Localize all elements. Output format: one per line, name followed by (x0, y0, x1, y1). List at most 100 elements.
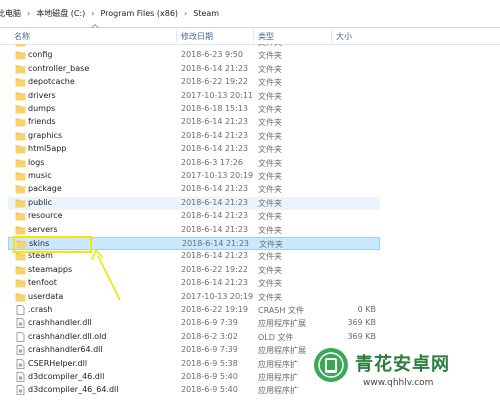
file-name: crashhandler.dll (28, 318, 92, 328)
file-type: 文件夹 (258, 51, 282, 61)
file-type: 文件夹 (258, 64, 282, 74)
watermark-title: 青花安卓网 (355, 354, 450, 375)
file-date: 2018-6-9 7:39 (181, 345, 238, 355)
file-date: 2018-6-14 21:23 (182, 239, 249, 248)
file-type: 文件夹 (258, 172, 282, 181)
address-bar[interactable]: 此电脑 › 本地磁盘 (C:) › Program Files (x86) › … (0, 0, 500, 28)
file-row[interactable]: html5app 2018-6-14 21:23 文件夹 (8, 143, 380, 156)
file-row[interactable]: steamapps 2018-6-22 19:22 文件夹 (8, 264, 380, 277)
dll-file-icon (16, 358, 25, 369)
file-row[interactable]: userdata 2017-10-13 20:19 文件夹 (8, 291, 380, 304)
file-name: depotcache (28, 77, 75, 87)
file-row[interactable]: package 2018-6-14 21:23 文件夹 (8, 183, 380, 196)
file-name: package (28, 184, 62, 194)
file-date: 2018-6-23 9:50 (181, 50, 243, 60)
breadcrumb-separator-icon[interactable]: › (22, 9, 35, 18)
breadcrumb-program-files[interactable]: Program Files (x86) (99, 9, 179, 18)
folder-icon (15, 212, 26, 221)
dll-file-icon (16, 318, 25, 329)
breadcrumb-separator-icon[interactable]: › (179, 9, 192, 18)
breadcrumb-separator-icon[interactable]: › (86, 9, 99, 18)
folder-icon (15, 51, 26, 60)
watermark-logo-icon (314, 348, 348, 382)
dll-file-icon (16, 372, 25, 382)
file-type: 文件夹 (258, 118, 282, 128)
file-row[interactable]: crashhandler.dll 2018-6-9 7:39 应用程序扩展 369 K… (8, 317, 380, 330)
breadcrumb-steam[interactable]: Steam (192, 9, 220, 18)
file-date: 2018-6-18 15:13 (181, 104, 248, 113)
file-type: 文件夹 (258, 292, 282, 302)
folder-icon (15, 92, 26, 101)
folder-icon (15, 172, 26, 181)
file-date: 2018-6-22 19:19 (181, 305, 248, 314)
column-divider[interactable] (176, 29, 177, 42)
file-type: 文件夹 (258, 158, 282, 168)
file-row[interactable]: public 2018-6-14 21:23 文件夹 (8, 196, 380, 210)
file-name: public (28, 197, 53, 207)
file-date: 2018-6-9 5:40 (181, 385, 238, 395)
file-name: CSERHelper.dll (28, 358, 88, 368)
file-name: resource (28, 211, 63, 221)
file-row[interactable]: config 2018-6-23 9:50 文件夹 (8, 49, 380, 62)
file-name: steamapps (28, 264, 73, 274)
file-type: 文件夹 (258, 185, 282, 195)
file-row[interactable]: logs 2018-6-3 17:26 文件夹 (8, 157, 380, 170)
file-row[interactable]: dumps 2018-6-18 15:13 文件夹 (8, 103, 380, 116)
file-explorer-window: 此电脑 › 本地磁盘 (C:) › Program Files (x86) › … (0, 0, 500, 400)
column-header-name[interactable]: 名称 (14, 31, 30, 42)
file-row[interactable]: resource 2018-6-14 21:23 文件夹 (8, 210, 380, 223)
folder-icon (15, 145, 26, 154)
column-divider[interactable] (331, 29, 332, 42)
file-name: friends (28, 117, 56, 127)
file-type: 文件夹 (258, 265, 282, 275)
file-name: graphics (28, 130, 63, 140)
file-name: .crash (28, 305, 53, 314)
folder-icon (15, 105, 26, 114)
file-row[interactable]: drivers 2017-10-13 20:11 文件夹 (8, 90, 380, 103)
file-name: d3dcompiler_46.dll (28, 372, 105, 381)
file-type: OLD 文件 (258, 332, 294, 342)
file-row[interactable]: tenfoot 2018-6-14 21:23 文件夹 (8, 277, 380, 290)
file-type: 文件夹 (258, 131, 282, 141)
folder-icon (15, 199, 26, 208)
file-icon (16, 305, 25, 315)
column-header-size[interactable]: 大小 (336, 31, 352, 42)
breadcrumb-local-disk[interactable]: 本地磁盘 (C:) (35, 8, 86, 19)
file-date: 2017-10-13 20:19 (181, 291, 254, 301)
file-name: tenfoot (28, 278, 57, 288)
file-size: 369 KB (347, 331, 376, 341)
file-row[interactable]: controller_base 2018-6-14 21:23 文件夹 (8, 63, 380, 76)
file-type: 文件夹 (258, 145, 282, 155)
folder-icon (15, 266, 26, 275)
file-row[interactable]: depotcache 2018-6-22 19:22 文件夹 (8, 76, 380, 89)
file-type: 文件夹 (258, 105, 282, 114)
file-date: 2018-6-2 3:02 (181, 331, 238, 341)
column-divider[interactable] (253, 29, 254, 42)
column-header-date[interactable]: 修改日期 (181, 31, 213, 42)
file-type: 应用程序扩展 (258, 346, 306, 356)
file-row[interactable]: friends 2018-6-14 21:23 文件夹 (8, 116, 380, 129)
file-type: CRASH 文件 (258, 306, 304, 315)
file-row[interactable]: crashhandler.dll.old 2018-6-2 3:02 OLD 文件 3… (8, 331, 380, 344)
file-date: 2018-6-14 21:23 (181, 130, 248, 140)
file-row[interactable]: servers 2018-6-14 21:23 文件夹 (8, 224, 380, 237)
watermark-url: www.qhhlv.com (363, 378, 434, 388)
file-row[interactable]: music 2017-10-13 20:19 文件夹 (8, 170, 380, 183)
column-header-row: 名称 修改日期 类型 大小 (0, 27, 500, 45)
file-date: 2018-6-9 7:39 (181, 318, 238, 328)
file-row[interactable]: graphics 2018-6-14 21:23 文件夹 (8, 130, 380, 143)
breadcrumb-this-pc[interactable]: 此电脑 (0, 8, 22, 19)
file-date: 2018-6-14 21:23 (181, 117, 248, 127)
file-size: 369 KB (347, 318, 376, 328)
file-row[interactable]: bin 2018-6-14 21:23 文件夹 (8, 44, 380, 49)
annotation-arrow (91, 248, 121, 301)
file-name: crashhandler64.dll (28, 345, 103, 355)
file-name: logs (28, 157, 45, 167)
folder-icon (15, 44, 26, 47)
file-row[interactable]: .crash 2018-6-22 19:19 CRASH 文件 0 KB (8, 304, 380, 317)
file-date: 2017-10-13 20:19 (181, 171, 254, 180)
file-name: bin (28, 44, 40, 46)
file-date: 2018-6-14 21:23 (181, 144, 248, 154)
file-row[interactable]: d3dcompiler_46_64.dll 2018-6-9 5:40 应用程序扩 (8, 384, 380, 397)
column-header-type[interactable]: 类型 (258, 31, 274, 42)
